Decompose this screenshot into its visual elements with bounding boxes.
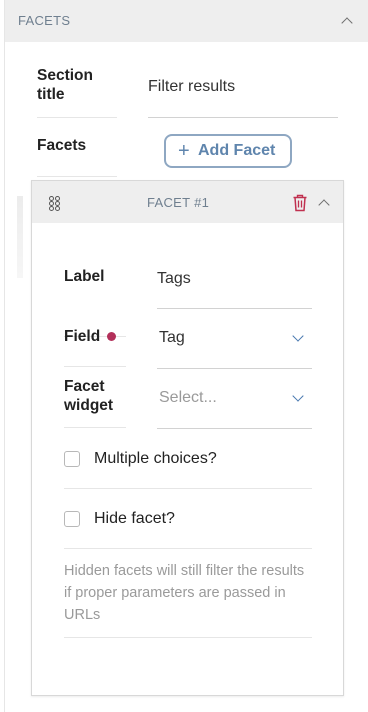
facet-header[interactable]: FACET #1	[32, 181, 343, 223]
drag-handle-icon[interactable]	[49, 196, 61, 211]
facet-label-input[interactable]: Tags	[157, 270, 191, 288]
divider	[64, 366, 126, 367]
scroll-shadow	[17, 196, 23, 278]
panel-title: FACETS	[18, 13, 71, 28]
facet-title: FACET #1	[147, 195, 210, 210]
add-facet-button[interactable]: + Add Facet	[164, 134, 292, 168]
facet-item: FACET #1 Label Tags Field Tag Facet widg…	[31, 180, 344, 696]
section-title-underline	[148, 117, 338, 118]
hide-facet-help-text: Hidden facets will still filter the resu…	[64, 563, 305, 623]
divider	[64, 548, 312, 549]
facet-field-underline	[157, 368, 312, 369]
facet-label-underline	[157, 308, 312, 309]
multiple-choices-checkbox[interactable]	[64, 451, 80, 467]
chevron-up-icon[interactable]	[341, 17, 353, 29]
multiple-choices-label[interactable]: Multiple choices?	[94, 450, 217, 468]
chevron-up-icon[interactable]	[318, 199, 330, 211]
chevron-down-icon[interactable]	[292, 390, 304, 402]
facets-label: Facets	[37, 137, 87, 154]
facet-widget-label: Facet widget	[64, 378, 114, 414]
facet-widget-placeholder: Select...	[159, 389, 217, 406]
divider	[64, 637, 312, 638]
divider	[37, 176, 117, 177]
facet-field-value: Tag	[159, 329, 185, 346]
facets-panel-header[interactable]: FACETS	[5, 0, 368, 42]
trash-icon[interactable]	[292, 194, 308, 212]
hide-facet-checkbox[interactable]	[64, 511, 80, 527]
divider	[64, 488, 312, 489]
facet-field-label: Field	[64, 328, 101, 345]
plus-icon: +	[178, 140, 190, 162]
divider	[37, 117, 117, 118]
required-indicator	[107, 332, 116, 341]
facet-widget-underline	[157, 428, 312, 429]
section-title-input[interactable]: Filter results	[148, 78, 235, 96]
divider	[64, 427, 126, 428]
section-title-label: Section title	[37, 67, 93, 103]
hide-facet-label[interactable]: Hide facet?	[94, 510, 175, 528]
facets-panel: FACETS Section title Filter results Face…	[4, 0, 368, 712]
facet-label-label: Label	[64, 268, 105, 285]
chevron-down-icon[interactable]	[292, 330, 304, 342]
